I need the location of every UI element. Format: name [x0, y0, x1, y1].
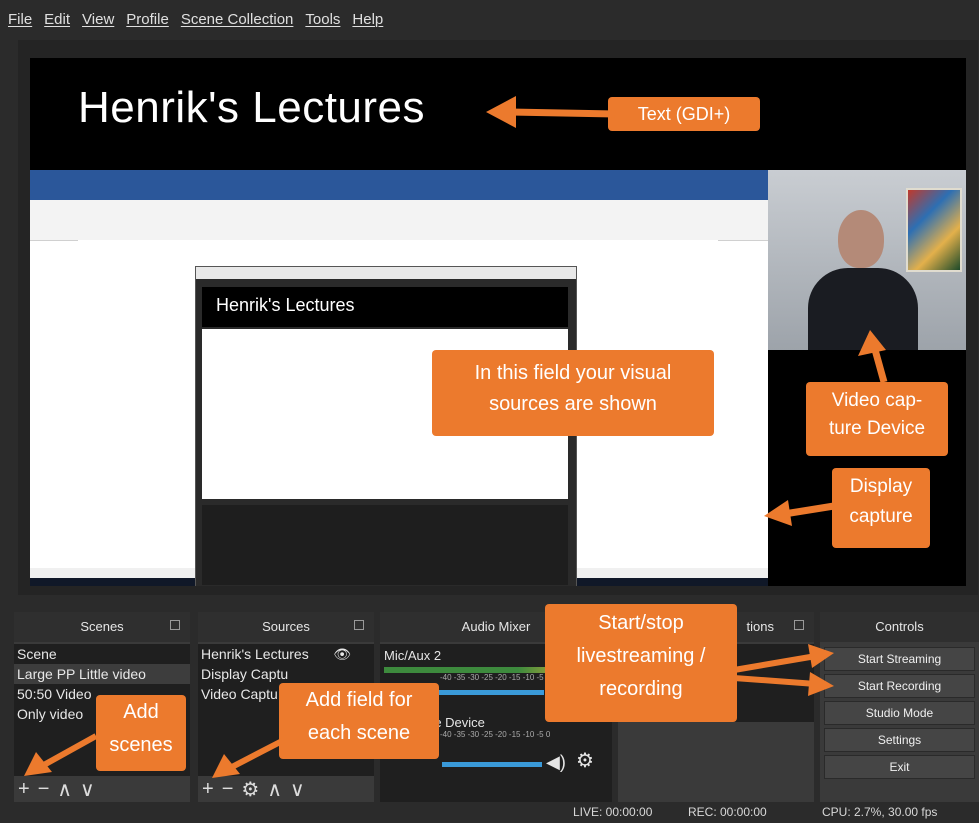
status-rec: REC: 00:00:00 [688, 805, 767, 819]
annotation-start-stop: Start/stop livestreaming / recording [545, 604, 737, 722]
start-recording-button[interactable]: Start Recording [824, 674, 975, 698]
annotation-video-capture-line1: Video cap- [831, 390, 923, 411]
word-titlebar [30, 170, 768, 186]
source-item-label: Henrik's Lectures [201, 646, 309, 662]
menu-file[interactable]: File [8, 11, 32, 28]
float-icon[interactable] [794, 620, 804, 630]
volume-slider[interactable] [442, 762, 542, 767]
arrow-icon [733, 644, 834, 696]
arrow-icon [764, 500, 835, 526]
scenes-dock-title: Scenes [14, 612, 190, 642]
annotation-start-stop-line3: recording [599, 678, 683, 700]
sources-dock-title: Sources [198, 612, 374, 642]
video-capture-device [768, 170, 966, 350]
annotation-display-capture: Display capture [832, 468, 930, 548]
annotation-video-capture: Video cap- ture Device [806, 382, 948, 456]
menu-profile[interactable]: Profile [126, 11, 169, 28]
annotation-add-scenes-line2: scenes [109, 734, 173, 756]
annotation-add-field-line2: each scene [307, 722, 411, 744]
annotation-start-stop-line2: livestreaming / [576, 645, 706, 667]
status-cpu: CPU: 2.7%, 30.00 fps [822, 805, 938, 819]
word-tabs [30, 186, 768, 200]
menu-help[interactable]: Help [352, 11, 383, 28]
settings-button[interactable]: Settings [824, 728, 975, 752]
annotation-display-capture-line2: capture [849, 506, 913, 527]
eye-icon[interactable]: 👁 [333, 646, 351, 663]
float-icon[interactable] [170, 620, 180, 630]
source-item[interactable]: Henrik's Lectures 👁 [198, 644, 374, 664]
source-item[interactable]: Display Captu [198, 664, 374, 684]
preview-title-text: Henrik's Lectures [78, 83, 426, 132]
gear-icon[interactable]: ⚙ [576, 748, 594, 773]
studio-mode-button[interactable]: Studio Mode [824, 701, 975, 725]
arrow-icon [858, 330, 888, 383]
arrow-icon [24, 733, 98, 776]
annotation-visual-sources-line1: In this field your visual [474, 362, 672, 384]
camera-person-head [838, 210, 884, 268]
annotation-start-stop-line1: Start/stop [598, 612, 684, 634]
arrow-icon [212, 737, 286, 778]
nested-title-text: Henrik's Lectures [202, 287, 568, 327]
annotation-add-scenes-line1: Add [123, 701, 159, 723]
transitions-title-text: tions [746, 619, 774, 634]
annotation-visual-sources-line2: sources are shown [489, 393, 657, 415]
word-ribbon [30, 170, 768, 241]
annotation-video-capture-line2: ture Device [828, 418, 926, 439]
menu-tools[interactable]: Tools [305, 11, 340, 28]
menu-edit[interactable]: Edit [44, 11, 70, 28]
annotation-text-gdi: Text (GDI+) [608, 97, 760, 131]
controls-title: Controls [820, 612, 979, 642]
annotation-add-field-line1: Add field for [305, 689, 413, 711]
status-live: LIVE: 00:00:00 [573, 805, 653, 819]
nested-docks [202, 505, 568, 585]
exit-button[interactable]: Exit [824, 755, 975, 779]
scene-item[interactable]: Large PP Little video [14, 664, 190, 684]
nested-titlebar [196, 267, 576, 279]
annotation-add-field: Add field for each scene [279, 683, 439, 759]
speaker-icon[interactable]: ◀) [546, 752, 566, 773]
float-icon[interactable] [354, 620, 364, 630]
menu-scene-collection[interactable]: Scene Collection [181, 11, 294, 28]
annotation-visual-sources: In this field your visual sources are sh… [432, 350, 714, 436]
scene-item[interactable]: Scene [14, 644, 190, 664]
controls-dock: Controls Start Streaming Start Recording… [820, 612, 979, 802]
menu-view[interactable]: View [82, 11, 114, 28]
annotation-add-scenes: Add scenes [96, 695, 186, 771]
start-streaming-button[interactable]: Start Streaming [824, 647, 975, 671]
arrow-icon [486, 96, 616, 128]
menu-bar: File Edit View Profile Scene Collection … [0, 0, 979, 38]
annotation-display-capture-line1: Display [849, 476, 913, 497]
move-down-icon[interactable]: ∨ [290, 777, 305, 802]
controls-buttons: Start Streaming Start Recording Studio M… [820, 644, 979, 782]
